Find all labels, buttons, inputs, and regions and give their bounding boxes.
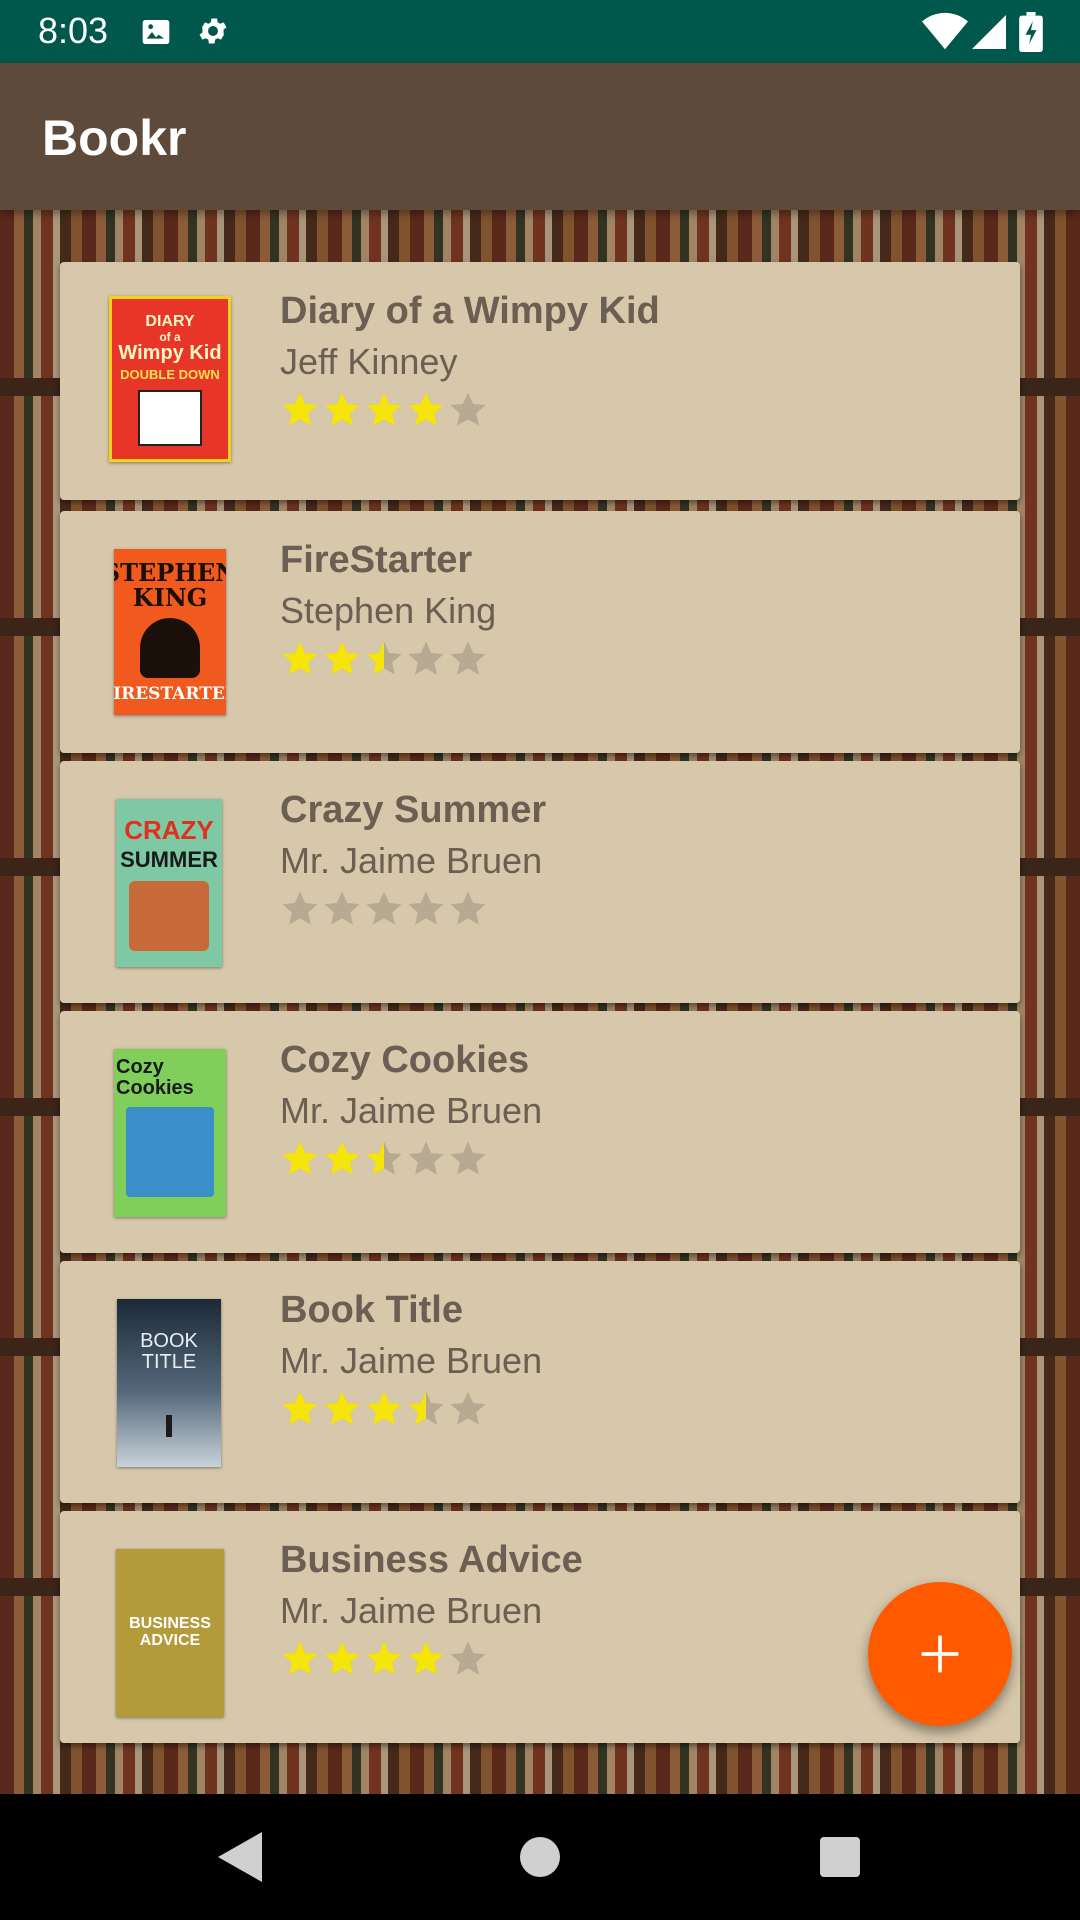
home-button[interactable] <box>477 1794 603 1920</box>
cover-subtitle: FIRESTARTER <box>114 684 226 705</box>
star-filled-icon <box>408 1641 444 1675</box>
home-icon <box>520 1837 560 1877</box>
book-card-firestarter[interactable]: STEPHEN KING FIRESTARTER FireStarter Ste… <box>60 511 1020 753</box>
wifi-icon <box>922 12 968 50</box>
star-empty-icon <box>408 891 444 925</box>
star-empty-icon <box>450 1641 486 1675</box>
cover-subtitle: SUMMER <box>120 847 218 873</box>
battery-icon <box>1019 12 1043 52</box>
book-card-book-title[interactable]: BOOK TITLE Book Title Mr. Jaime Bruen <box>60 1261 1020 1503</box>
star-filled-icon <box>366 1391 402 1425</box>
cover-title: BUSINESS ADVICE <box>129 1615 211 1649</box>
star-filled-icon <box>324 392 360 426</box>
cover-title: STEPHEN KING <box>114 557 226 613</box>
navigation-bar <box>0 1794 1080 1920</box>
star-filled-icon <box>366 1641 402 1675</box>
book-cover-image: CRAZY SUMMER <box>116 799 222 967</box>
star-empty-icon <box>450 891 486 925</box>
status-time: 8:03 <box>38 10 109 51</box>
image-icon <box>142 20 170 44</box>
rating-bar[interactable] <box>280 1139 490 1181</box>
book-title: FireStarter <box>280 539 473 581</box>
book-title: Book Title <box>280 1289 463 1331</box>
rating-bar[interactable] <box>280 889 490 931</box>
book-author: Mr. Jaime Bruen <box>280 840 543 881</box>
book-author: Jeff Kinney <box>280 341 458 382</box>
cover-illustration <box>126 1107 214 1197</box>
cover-title: BOOK TITLE <box>140 1330 198 1373</box>
app-title: Bookr <box>42 110 187 166</box>
star-empty-icon <box>450 1391 486 1425</box>
status-bar: 8:03 <box>0 0 1080 63</box>
back-icon <box>218 1832 262 1882</box>
star-empty-icon <box>408 1141 444 1175</box>
star-filled-icon <box>282 1141 318 1175</box>
book-cover-image: BOOK TITLE <box>117 1299 221 1467</box>
star-filled-icon <box>324 641 360 675</box>
add-book-button[interactable] <box>868 1582 1012 1726</box>
rating-bar[interactable] <box>280 639 490 681</box>
star-filled-icon <box>282 392 318 426</box>
book-title: Diary of a Wimpy Kid <box>280 290 660 332</box>
rating-bar[interactable] <box>280 1639 490 1681</box>
recents-icon <box>820 1837 860 1877</box>
back-button[interactable] <box>177 1794 303 1920</box>
gear-icon <box>199 18 227 44</box>
cover-illustration <box>129 881 209 952</box>
star-half-icon <box>366 641 402 675</box>
book-title: Cozy Cookies <box>280 1039 530 1081</box>
book-title: Business Advice <box>280 1539 583 1581</box>
book-card-cozy-cookies[interactable]: Cozy Cookies Cozy Cookies Mr. Jaime Brue… <box>60 1011 1020 1253</box>
star-filled-icon <box>366 392 402 426</box>
cover-title: CRAZY <box>124 814 214 845</box>
star-empty-icon <box>324 891 360 925</box>
book-cover-image: DIARY of a Wimpy Kid DOUBLE DOWN <box>109 296 231 462</box>
cover-illustration <box>138 390 202 447</box>
star-half-icon <box>408 1391 444 1425</box>
star-filled-icon <box>324 1391 360 1425</box>
book-cover-image: STEPHEN KING FIRESTARTER <box>114 549 226 715</box>
book-author: Mr. Jaime Bruen <box>280 1090 543 1131</box>
book-card-crazy-summer[interactable]: CRAZY SUMMER Crazy Summer Mr. Jaime Brue… <box>60 761 1020 1003</box>
book-author: Mr. Jaime Bruen <box>280 1340 543 1381</box>
plus-icon <box>921 1635 959 1673</box>
book-cover-image: Cozy Cookies <box>114 1049 226 1217</box>
star-empty-icon <box>450 1141 486 1175</box>
star-empty-icon <box>450 392 486 426</box>
cover-illustration <box>140 618 200 679</box>
rating-bar[interactable] <box>280 1389 490 1431</box>
star-empty-icon <box>408 641 444 675</box>
book-card-diary-of-a-wimpy-kid[interactable]: DIARY of a Wimpy Kid DOUBLE DOWN Diary o… <box>60 262 1020 500</box>
book-author: Mr. Jaime Bruen <box>280 1590 543 1631</box>
book-title: Crazy Summer <box>280 789 547 831</box>
star-filled-icon <box>408 392 444 426</box>
star-filled-icon <box>282 1641 318 1675</box>
cover-illustration <box>166 1415 172 1437</box>
signal-icon <box>972 15 1006 49</box>
star-empty-icon <box>366 891 402 925</box>
rating-bar[interactable] <box>280 390 490 432</box>
app-bar: Bookr <box>0 63 1080 210</box>
star-filled-icon <box>282 1391 318 1425</box>
star-half-icon <box>366 1141 402 1175</box>
book-author: Stephen King <box>280 590 497 631</box>
book-list[interactable]: DIARY of a Wimpy Kid DOUBLE DOWN Diary o… <box>0 210 1080 1794</box>
star-empty-icon <box>282 891 318 925</box>
recents-button[interactable] <box>777 1794 903 1920</box>
star-filled-icon <box>282 641 318 675</box>
cover-title: Cozy Cookies <box>116 1056 194 1099</box>
book-cover-image: BUSINESS ADVICE <box>116 1549 224 1717</box>
star-filled-icon <box>324 1641 360 1675</box>
cover-title: DIARY of a Wimpy Kid DOUBLE DOWN <box>118 312 222 383</box>
star-filled-icon <box>324 1141 360 1175</box>
star-empty-icon <box>450 641 486 675</box>
app-screen: 8:03 Bookr DIARY of a Wimpy Kid DOUBLE D… <box>0 0 1080 1920</box>
